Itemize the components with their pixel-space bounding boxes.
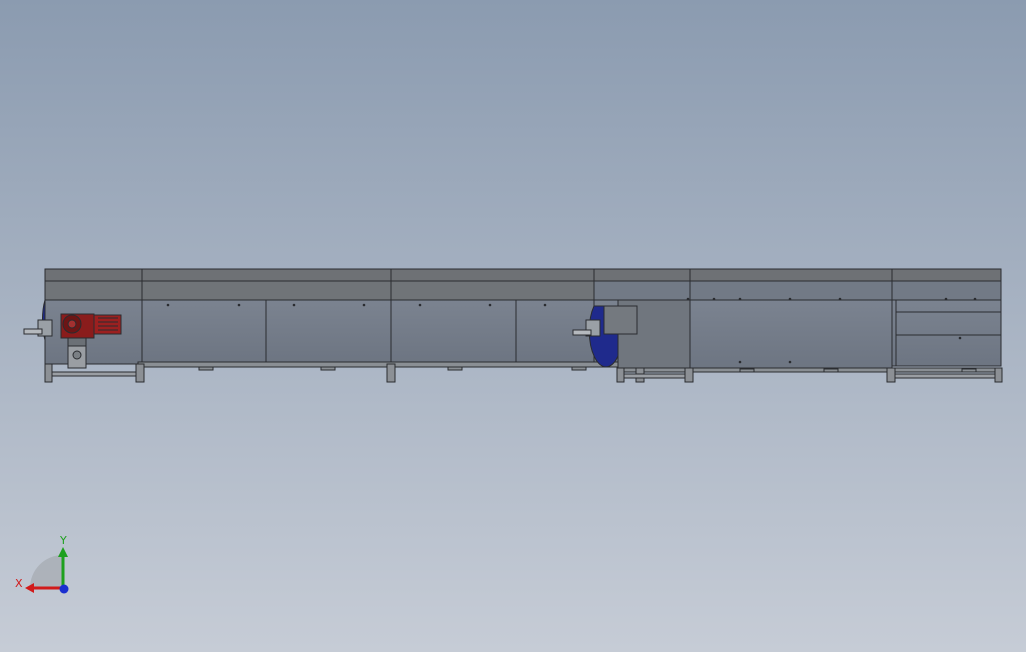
take-up-bolt-mid <box>572 329 592 336</box>
bottom-rail-right <box>617 367 1002 373</box>
side-panel-7 <box>689 299 893 369</box>
leg-crossbar <box>51 371 137 377</box>
model-view[interactable]: Y X <box>0 0 1026 652</box>
side-panel-8 <box>891 299 1002 367</box>
upper-rail-right <box>593 280 1002 301</box>
cad-viewport[interactable]: Y X <box>0 0 1026 652</box>
leg-crossbar <box>894 373 996 379</box>
side-panel-4 <box>390 299 517 363</box>
side-panel-2 <box>141 299 267 363</box>
x-axis-label: X <box>15 577 23 590</box>
conveyor-assembly[interactable] <box>23 268 1003 383</box>
side-panel-3 <box>265 299 392 363</box>
bottom-rail <box>137 361 619 368</box>
leg-crossbar <box>623 373 686 379</box>
y-axis-label: Y <box>59 534 67 547</box>
top-cover <box>44 268 1002 282</box>
take-up-bolt-left <box>23 328 43 335</box>
upper-rail-left <box>44 280 595 301</box>
z-axis-dot <box>59 584 69 594</box>
transfer-hatch <box>603 305 638 335</box>
